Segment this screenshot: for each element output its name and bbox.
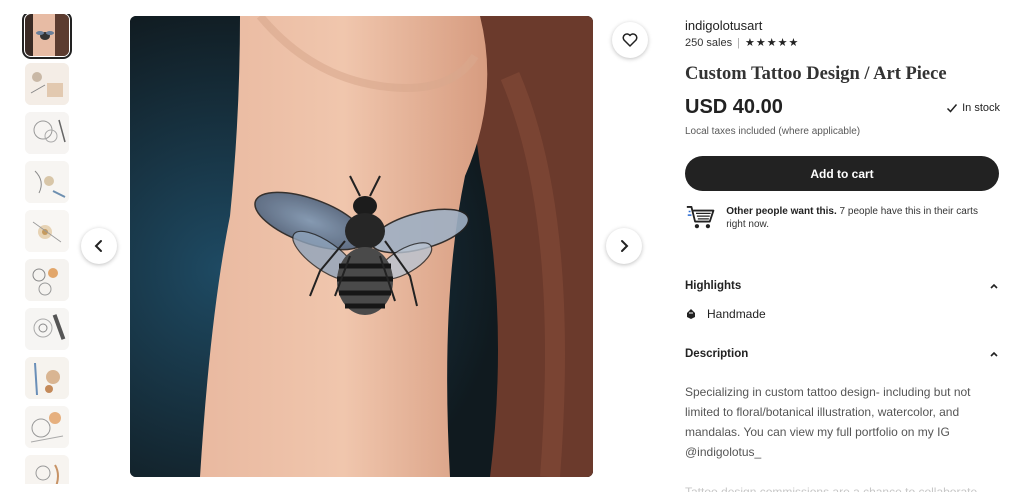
demand-notice: Other people want this. 7 people have th… (685, 202, 999, 232)
rating-stars[interactable]: ★ ★ ★ ★ ★ (744, 36, 799, 49)
thumbnail-sketch[interactable] (25, 406, 69, 448)
star-icon: ★ (788, 36, 799, 49)
highlights-toggle[interactable]: Highlights (685, 280, 999, 292)
heart-icon (622, 33, 638, 47)
stock-status: In stock (946, 102, 1000, 114)
thumbnail-sketch[interactable] (25, 455, 69, 484)
main-product-image (130, 16, 593, 477)
thumbnail-sketch[interactable] (25, 63, 69, 105)
star-icon: ★ (766, 36, 777, 49)
star-icon: ★ (777, 36, 788, 49)
star-icon: ★ (744, 36, 755, 49)
demand-bold: Other people want this. (726, 206, 837, 217)
description-body: Specializing in custom tattoo design- in… (685, 385, 971, 459)
thumbnail-sketch[interactable] (25, 210, 69, 252)
shop-sales-row: 250 sales | ★ ★ ★ ★ ★ (685, 37, 798, 49)
thumbnail-sketch[interactable] (25, 357, 69, 399)
listing-title: Custom Tattoo Design / Art Piece (685, 64, 947, 84)
chevron-up-icon (990, 351, 998, 357)
highlight-item-handmade: Handmade (685, 307, 766, 321)
shop-name-link[interactable]: indigolotusart (685, 18, 762, 33)
thumbnail-sketch[interactable] (25, 308, 69, 350)
shopping-cart-icon (686, 205, 715, 229)
star-icon: ★ (755, 36, 766, 49)
listing-price: USD 40.00 (685, 96, 783, 118)
description-toggle[interactable]: Description (685, 348, 999, 360)
description-heading: Description (685, 348, 749, 360)
chevron-left-icon (94, 240, 102, 252)
hand-icon (687, 309, 695, 319)
add-to-cart-button[interactable]: Add to cart (685, 156, 999, 191)
highlights-heading: Highlights (685, 280, 742, 292)
sales-separator: | (737, 37, 740, 49)
thumbnail-sketch[interactable] (25, 161, 69, 203)
demand-text: Other people want this. 7 people have th… (726, 202, 999, 232)
thumbnail-sketch[interactable] (25, 112, 69, 154)
sales-count: 250 sales (685, 37, 733, 49)
chevron-up-icon (990, 283, 998, 289)
previous-image-button[interactable] (81, 228, 117, 264)
taxes-note: Local taxes included (where applicable) (685, 126, 861, 137)
thumbnail-sketch[interactable] (25, 259, 69, 301)
highlight-label: Handmade (707, 307, 766, 321)
check-icon (947, 104, 958, 113)
listing-panel: indigolotusart 250 sales | ★ ★ ★ ★ ★ Cus… (685, 0, 1005, 492)
chevron-right-icon (621, 240, 629, 252)
favorite-button[interactable] (612, 22, 648, 58)
stock-label: In stock (962, 102, 1000, 114)
description-faded: Tattoo design commissions are a chance t… (685, 485, 978, 492)
next-image-button[interactable] (606, 228, 642, 264)
thumbnail-strip (22, 14, 72, 484)
thumbnail-bee-tattoo[interactable] (22, 14, 72, 59)
